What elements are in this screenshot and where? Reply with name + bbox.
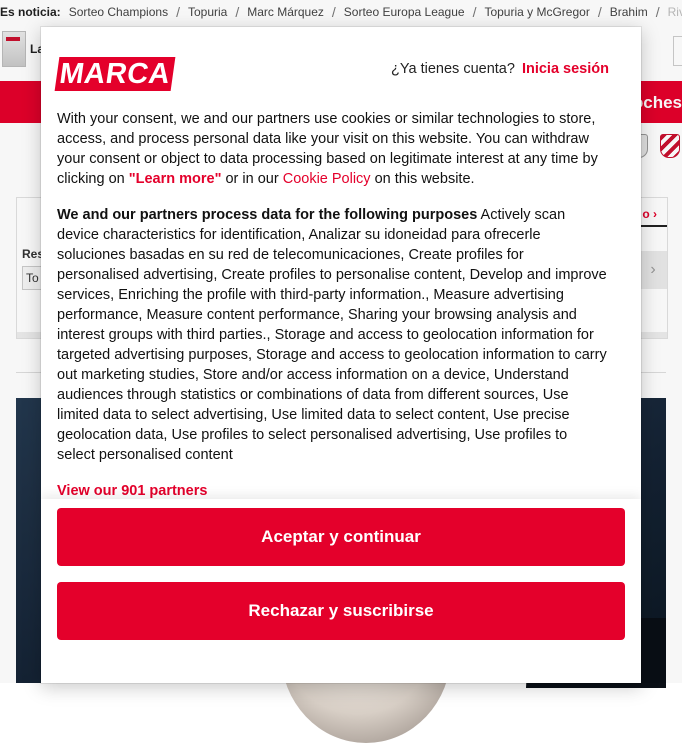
view-partners-link[interactable]: View our 901 partners <box>57 483 207 499</box>
consent-intro-text: on this website. <box>370 171 475 187</box>
consent-purposes: We and our partners process data for the… <box>57 205 609 465</box>
marca-logo: MARCA <box>54 57 176 91</box>
consent-actions: Aceptar y continuar Rechazar y suscribir… <box>41 499 641 683</box>
account-prompt: ¿Ya tienes cuenta? Inicia sesión <box>391 61 609 77</box>
learn-more-link[interactable]: "Learn more" <box>129 171 222 187</box>
consent-dialog: MARCA ¿Ya tienes cuenta? Inicia sesión W… <box>41 27 641 683</box>
cookie-policy-link[interactable]: Cookie Policy <box>283 171 371 187</box>
purposes-list: Actively scan device characteristics for… <box>57 207 607 463</box>
partners-paragraph: View our 901 partners <box>57 481 609 501</box>
accept-button[interactable]: Aceptar y continuar <box>57 508 625 566</box>
signin-link[interactable]: Inicia sesión <box>522 61 609 77</box>
consent-intro: With your consent, we and our partners u… <box>57 109 609 189</box>
consent-text: With your consent, we and our partners u… <box>57 109 609 517</box>
purposes-heading: We and our partners process data for the… <box>57 207 478 223</box>
account-question: ¿Ya tienes cuenta? <box>391 61 515 77</box>
reject-subscribe-button[interactable]: Rechazar y suscribirse <box>57 582 625 640</box>
consent-intro-text: or in our <box>221 171 283 187</box>
